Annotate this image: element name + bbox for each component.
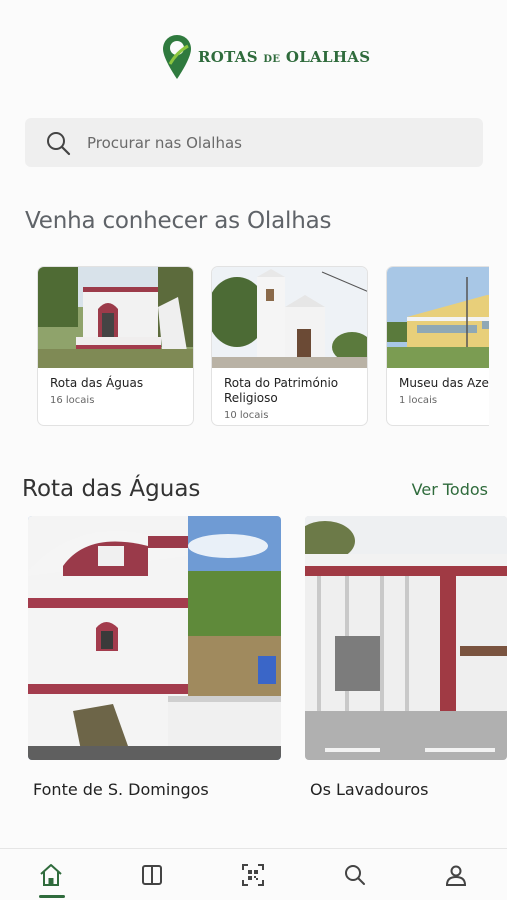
route-card-image [38,267,193,368]
route-card-title: Museu das Azer [399,376,489,390]
see-all-link[interactable]: Ver Todos [412,480,488,499]
nav-book[interactable] [127,852,177,898]
discover-title: Venha conhecer as Olalhas [25,208,332,234]
route-card-image [212,267,367,368]
app-name: ROTAS DE OLALHAS [198,48,371,66]
profile-icon [446,865,467,886]
routes-carousel[interactable]: Rota das Águas 16 locais Rota do Patrimó… [37,266,489,428]
book-icon [142,864,163,885]
place-card-image[interactable] [28,516,281,760]
place-card-image[interactable] [305,516,507,760]
route-card-title: Rota do Património Religioso [224,376,339,405]
app-logo: ROTAS DE OLALHAS [162,34,370,80]
route-card-title: Rota das Águas [50,376,144,390]
route-section-header: Rota das Águas Ver Todos [22,476,488,502]
search-icon [47,131,71,155]
route-card[interactable]: Rota do Património Religioso 10 locais [211,266,368,426]
place-card-name[interactable]: Os Lavadouros [310,780,428,799]
search-bar[interactable] [25,118,483,167]
bottom-navigation [0,848,507,900]
route-card-count: 10 locais [224,410,269,421]
route-card[interactable]: Museu das Azer 1 locais [386,266,489,426]
search-icon [344,864,365,885]
nav-qr-scan[interactable] [228,852,278,898]
nav-search[interactable] [330,852,380,898]
home-icon [40,863,62,886]
route-card-count: 16 locais [50,395,95,406]
place-card-name[interactable]: Fonte de S. Domingos [33,780,209,799]
map-pin-icon [163,35,191,79]
search-input[interactable] [87,133,447,152]
qr-scan-icon [242,863,265,886]
nav-profile[interactable] [431,852,481,898]
nav-home[interactable] [26,852,76,898]
route-card-image [387,267,489,368]
route-section-title: Rota das Águas [22,476,201,502]
route-card-count: 1 locais [399,395,438,406]
route-card[interactable]: Rota das Águas 16 locais [37,266,194,426]
